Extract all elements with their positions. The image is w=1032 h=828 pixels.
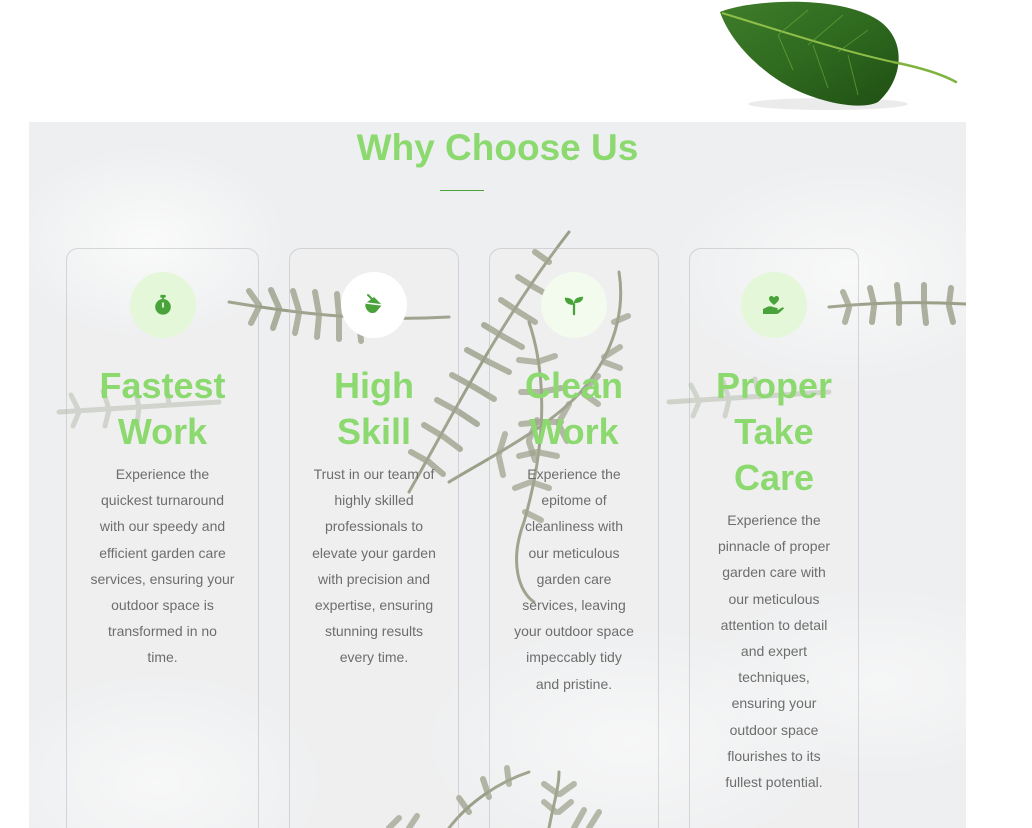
card-text-line: and pristine. (535, 675, 613, 692)
card-description: Experience the quickest turnaround with … (67, 461, 258, 671)
card-text-line: our meticulous (528, 544, 620, 561)
card-title: Fastest Work (67, 363, 258, 455)
card-title-line: Work (529, 411, 619, 452)
card-text-line: flourishes to its (727, 747, 821, 764)
card-description: Experience the epitome of cleanliness wi… (490, 461, 658, 697)
card-title-line: Skill (336, 411, 412, 452)
card-text-line: every time. (339, 649, 409, 666)
seedling-icon (541, 272, 607, 338)
card-title: Proper Take Care (690, 363, 858, 501)
card-text-line: Experience the (727, 512, 821, 528)
card-text-line: your outdoor space (514, 623, 634, 640)
card-text-line: outdoor space (729, 721, 819, 738)
card-text-line: expertise, ensuring (314, 597, 434, 614)
card-text-line: services, leaving (522, 597, 626, 614)
card-title-line: Fastest (99, 365, 226, 406)
card-title-line: Proper (715, 365, 833, 406)
card-text-line: techniques, (738, 669, 810, 686)
why-choose-us-section: Why Choose Us Fastest Work Experience th… (29, 122, 966, 828)
card-text-line: Experience the (527, 466, 621, 482)
card-title-line: Take (734, 411, 814, 452)
card-text-line: and expert (740, 643, 808, 660)
card-text-line: ensuring your (731, 695, 817, 712)
card-text-line: professionals to (324, 518, 424, 535)
paint-bucket-icon (341, 272, 407, 338)
feature-card-proper-take-care: Proper Take Care Experience the pinnacle… (689, 248, 859, 828)
card-text-line: epitome of (541, 492, 607, 509)
card-text-line: services, ensuring your (90, 570, 235, 587)
card-text-line: stunning results (324, 623, 424, 640)
card-text-line: attention to detail (720, 616, 828, 633)
card-title-line: Work (117, 411, 208, 452)
feature-card-high-skill: High Skill Trust in our team of highly s… (289, 248, 459, 828)
section-title: Why Choose Us (356, 127, 639, 168)
card-title: Clean Work (490, 363, 658, 455)
card-text-line: Trust in our team of (313, 466, 435, 482)
card-title-line: Clean (524, 365, 624, 406)
title-divider (440, 190, 484, 191)
card-text-line: with precision and (317, 570, 431, 587)
card-title: High Skill (290, 363, 458, 455)
leaf-image (720, 1, 958, 110)
feature-card-clean-work: Clean Work Experience the epitome of cle… (489, 248, 659, 828)
card-text-line: garden care with (722, 564, 826, 581)
card-text-line: highly skilled (334, 492, 414, 509)
card-text-line: time. (147, 649, 178, 666)
card-text-line: pinnacle of proper (717, 538, 831, 555)
card-text-line: our meticulous (728, 590, 820, 607)
card-text-line: transformed in no (108, 623, 217, 640)
card-title-line: Care (733, 457, 815, 498)
card-text-line: cleanliness with (524, 518, 624, 535)
hand-holding-heart-icon (741, 272, 807, 338)
feature-card-fastest-work: Fastest Work Experience the quickest tur… (66, 248, 259, 828)
card-text-line: efficient garden care (99, 544, 226, 561)
card-text-line: garden care (536, 570, 612, 587)
card-text-line: quickest turnaround (101, 492, 224, 509)
card-text-line: elevate your garden (312, 544, 436, 561)
card-text-line: impeccably tidy (526, 649, 622, 666)
card-text-line: outdoor space is (111, 597, 214, 614)
card-text-line: with our speedy and (99, 518, 226, 535)
card-description: Trust in our team of highly skilled prof… (290, 461, 458, 671)
stopwatch-icon (129, 272, 196, 338)
card-text-line: fullest potential. (725, 774, 823, 791)
card-text-line: Experience the (115, 466, 210, 482)
card-description: Experience the pinnacle of proper garden… (690, 507, 858, 795)
card-title-line: High (334, 365, 414, 406)
